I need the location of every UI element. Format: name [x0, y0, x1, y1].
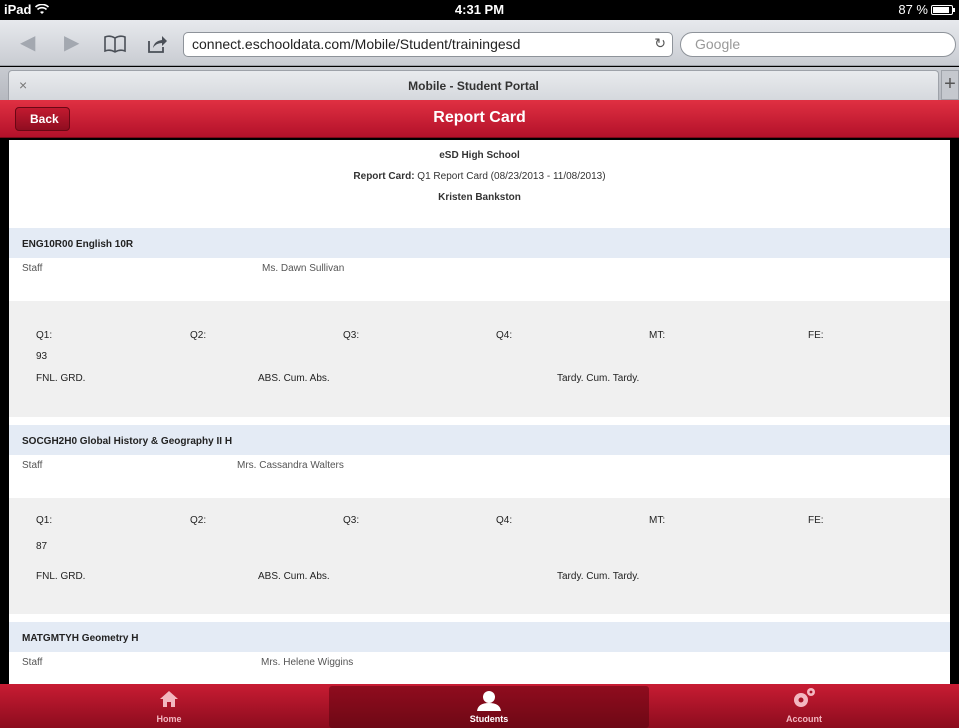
- grades-block: Q1: Q2: Q3: Q4: MT: FE: 87 FNL. GRD. ABS…: [9, 498, 950, 614]
- q1-header: Q1:: [36, 515, 53, 526]
- clock: 4:31 PM: [454, 2, 505, 17]
- nav-account[interactable]: Account: [649, 684, 959, 728]
- absences-label: ABS. Cum. Abs.: [258, 571, 330, 582]
- bottom-nav: Home Students Account: [0, 684, 959, 728]
- home-icon: [160, 691, 178, 707]
- q2-header: Q2:: [190, 330, 207, 341]
- course-title[interactable]: MATGMTYH Geometry H: [9, 622, 950, 652]
- nav-home[interactable]: Home: [9, 684, 329, 728]
- report-header: eSD High School Report Card: Q1 Report C…: [9, 140, 950, 228]
- reload-icon[interactable]: ↻: [654, 35, 666, 52]
- staff-label: Staff: [22, 460, 43, 471]
- search-field[interactable]: Google: [680, 32, 956, 57]
- status-bar: iPad 4:31 PM 87 %: [0, 0, 959, 20]
- school-name: eSD High School: [439, 150, 520, 161]
- staff-row: Staff Ms. Dawn Sullivan: [9, 258, 950, 285]
- q1-header: Q1:: [36, 330, 53, 341]
- final-grade-label: FNL. GRD.: [36, 373, 86, 384]
- q3-header: Q3:: [343, 330, 360, 341]
- q4-header: Q4:: [496, 515, 513, 526]
- nav-students[interactable]: Students: [329, 686, 649, 728]
- url-text: connect.eschooldata.com/Mobile/Student/t…: [192, 36, 521, 52]
- q3-header: Q3:: [343, 515, 360, 526]
- mt-header: MT:: [649, 515, 666, 526]
- teacher-name: Ms. Dawn Sullivan: [262, 263, 345, 274]
- course-title[interactable]: SOCGH2H0 Global History & Geography II H: [9, 425, 950, 455]
- nav-home-label: Home: [156, 714, 182, 724]
- nav-account-label: Account: [786, 714, 822, 724]
- grades-block: Q1: Q2: Q3: Q4: MT: FE: 93 FNL. GRD. ABS…: [9, 301, 950, 417]
- final-grade-label: FNL. GRD.: [36, 571, 86, 582]
- q1-grade: 93: [36, 351, 48, 362]
- back-arrow-icon[interactable]: ◀: [20, 30, 35, 56]
- gear-icon: [794, 688, 815, 707]
- staff-label: Staff: [22, 263, 43, 274]
- browser-tab[interactable]: × Mobile - Student Portal: [8, 70, 939, 100]
- course-title[interactable]: ENG10R00 English 10R: [9, 228, 950, 258]
- staff-label: Staff: [22, 657, 43, 668]
- staff-row: Staff Mrs. Helene Wiggins: [9, 652, 950, 679]
- app-header: Back Report Card: [0, 100, 959, 138]
- report-card-period: Report Card: Q1 Report Card (08/23/2013 …: [353, 171, 606, 182]
- mt-header: MT:: [649, 330, 666, 341]
- q2-header: Q2:: [190, 515, 207, 526]
- tardy-label: Tardy. Cum. Tardy.: [557, 373, 640, 384]
- teacher-name: Mrs. Cassandra Walters: [237, 460, 344, 471]
- q1-grade: 87: [36, 541, 48, 552]
- student-name: Kristen Bankston: [438, 192, 521, 203]
- teacher-name: Mrs. Helene Wiggins: [261, 657, 354, 668]
- absences-label: ABS. Cum. Abs.: [258, 373, 330, 384]
- search-placeholder: Google: [695, 36, 741, 52]
- address-bar[interactable]: connect.eschooldata.com/Mobile/Student/t…: [183, 32, 673, 57]
- tab-title: Mobile - Student Portal: [408, 79, 539, 93]
- report-card-content: eSD High School Report Card: Q1 Report C…: [9, 140, 950, 684]
- bookmarks-icon[interactable]: [103, 30, 127, 61]
- new-tab-icon[interactable]: +: [941, 70, 959, 100]
- battery-percent: 87 %: [898, 2, 928, 17]
- fe-header: FE:: [808, 330, 824, 341]
- nav-students-label: Students: [469, 714, 509, 724]
- tab-bar: × Mobile - Student Portal: [0, 67, 959, 100]
- tardy-label: Tardy. Cum. Tardy.: [557, 571, 640, 582]
- battery-icon: [931, 4, 955, 15]
- staff-row: Staff Mrs. Cassandra Walters: [9, 455, 950, 482]
- student-icon: [477, 691, 501, 711]
- forward-arrow-icon[interactable]: ▶: [64, 30, 79, 56]
- share-icon[interactable]: [146, 30, 168, 61]
- page-title: Report Card: [433, 109, 526, 126]
- q4-header: Q4:: [496, 330, 513, 341]
- browser-toolbar: ◀ ▶ connect.eschooldata.com/Mobile/Stude…: [0, 20, 959, 66]
- fe-header: FE:: [808, 515, 824, 526]
